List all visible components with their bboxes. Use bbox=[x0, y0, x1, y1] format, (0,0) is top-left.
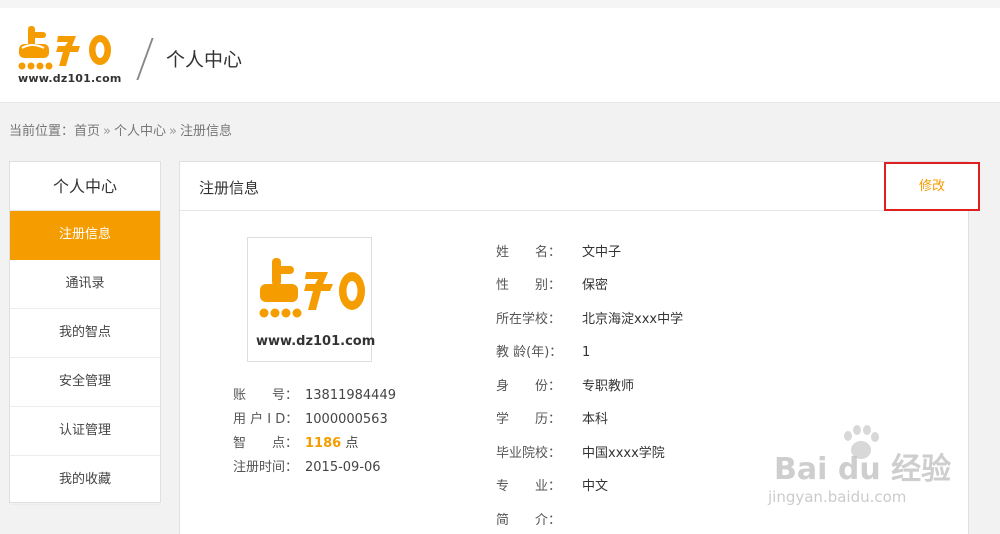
breadcrumb-prefix: 当前位置： bbox=[9, 124, 75, 139]
profile-label: 学 历： bbox=[496, 412, 562, 427]
profile-label: 毕业院校： bbox=[496, 446, 562, 461]
sidebar-item-contacts[interactable]: 通讯录 bbox=[10, 260, 160, 309]
sidebar-title: 个人中心 bbox=[10, 162, 160, 211]
profile-value: 本科 bbox=[582, 412, 609, 427]
profile-value: 中国xxxx学院 bbox=[582, 446, 665, 461]
sidebar-item-registration-info[interactable]: 注册信息 bbox=[10, 211, 160, 260]
points-row: 智 点： 1186 点 bbox=[233, 432, 358, 452]
points-value: 1186 bbox=[305, 436, 342, 451]
account-label: 账 号： bbox=[233, 388, 299, 403]
regtime-value: 2015-09-06 bbox=[305, 460, 381, 475]
profile-value: 保密 bbox=[582, 278, 609, 293]
profile-row-identity: 身 份： 专职教师 bbox=[496, 375, 634, 395]
page-title: 个人中心 bbox=[166, 49, 243, 71]
profile-label: 姓 名： bbox=[496, 245, 562, 260]
account-value: 13811984449 bbox=[305, 388, 396, 403]
profile-label: 简 介： bbox=[496, 513, 562, 528]
sidebar-item-security[interactable]: 安全管理 bbox=[10, 358, 160, 407]
profile-row-school: 所在学校： 北京海淀xxx中学 bbox=[496, 308, 683, 328]
userid-row: 用 户 I D： 1000000563 bbox=[233, 408, 388, 428]
profile-row-gender: 性 别： 保密 bbox=[496, 274, 608, 294]
profile-value: 1 bbox=[582, 345, 591, 360]
logo-url-text: www.dz101.com bbox=[18, 72, 122, 85]
profile-value: 专职教师 bbox=[582, 379, 635, 394]
site-header: www.dz101.com 个人中心 bbox=[0, 8, 1000, 103]
profile-row-education: 学 历： 本科 bbox=[496, 408, 608, 428]
breadcrumb-current: 注册信息 bbox=[179, 124, 232, 139]
userid-value: 1000000563 bbox=[305, 412, 388, 427]
breadcrumb-sep: » bbox=[103, 124, 111, 139]
avatar-logo-icon bbox=[259, 258, 365, 318]
points-label: 智 点： bbox=[233, 436, 299, 451]
breadcrumb: 当前位置：首页» 个人中心» 注册信息 bbox=[9, 120, 232, 139]
sidebar: 个人中心 注册信息 通讯录 我的智点 安全管理 认证管理 我的收藏 bbox=[9, 161, 161, 505]
account-row: 账 号： 13811984449 bbox=[233, 384, 396, 404]
profile-row-major: 专 业： 中文 bbox=[496, 475, 608, 495]
panel-header: 注册信息 修改 bbox=[180, 162, 980, 211]
profile-value: 北京海淀xxx中学 bbox=[582, 312, 684, 327]
profile-label: 专 业： bbox=[496, 479, 562, 494]
profile-label: 所在学校： bbox=[496, 312, 562, 327]
profile-label: 教 龄(年)： bbox=[496, 345, 563, 360]
profile-label: 性 别： bbox=[496, 278, 562, 293]
edit-button[interactable]: 修改 bbox=[884, 162, 980, 211]
header-divider bbox=[136, 38, 154, 80]
sidebar-item-favorites[interactable]: 我的收藏 bbox=[10, 456, 160, 505]
breadcrumb-center[interactable]: 个人中心 bbox=[114, 124, 166, 139]
sidebar-item-my-points[interactable]: 我的智点 bbox=[10, 309, 160, 358]
panel-title: 注册信息 bbox=[199, 179, 260, 197]
logo-mark-icon bbox=[18, 26, 111, 70]
breadcrumb-home[interactable]: 首页 bbox=[74, 124, 100, 139]
profile-value: 文中子 bbox=[582, 245, 622, 260]
userid-label: 用 户 I D： bbox=[233, 412, 299, 427]
points-unit: 点 bbox=[341, 436, 359, 451]
avatar-url-text: www.dz101.com bbox=[256, 334, 376, 349]
profile-value: 中文 bbox=[582, 479, 609, 494]
profile-label: 身 份： bbox=[496, 379, 562, 394]
profile-row-teaching-years: 教 龄(年)： 1 bbox=[496, 341, 590, 361]
site-logo[interactable]: www.dz101.com bbox=[14, 22, 121, 88]
top-strip bbox=[0, 0, 1000, 8]
avatar[interactable]: www.dz101.com bbox=[247, 237, 376, 362]
regtime-row: 注册时间： 2015-09-06 bbox=[233, 456, 381, 476]
profile-row-name: 姓 名： 文中子 bbox=[496, 241, 621, 261]
regtime-label: 注册时间： bbox=[233, 460, 299, 475]
profile-row-graduated-from: 毕业院校： 中国xxxx学院 bbox=[496, 442, 665, 462]
profile-row-bio: 简 介： bbox=[496, 509, 582, 529]
breadcrumb-sep: » bbox=[169, 124, 177, 139]
registration-panel: 注册信息 修改 www.dz101.com 账 号： 13811984449 用 … bbox=[179, 161, 980, 534]
sidebar-item-verification[interactable]: 认证管理 bbox=[10, 407, 160, 456]
